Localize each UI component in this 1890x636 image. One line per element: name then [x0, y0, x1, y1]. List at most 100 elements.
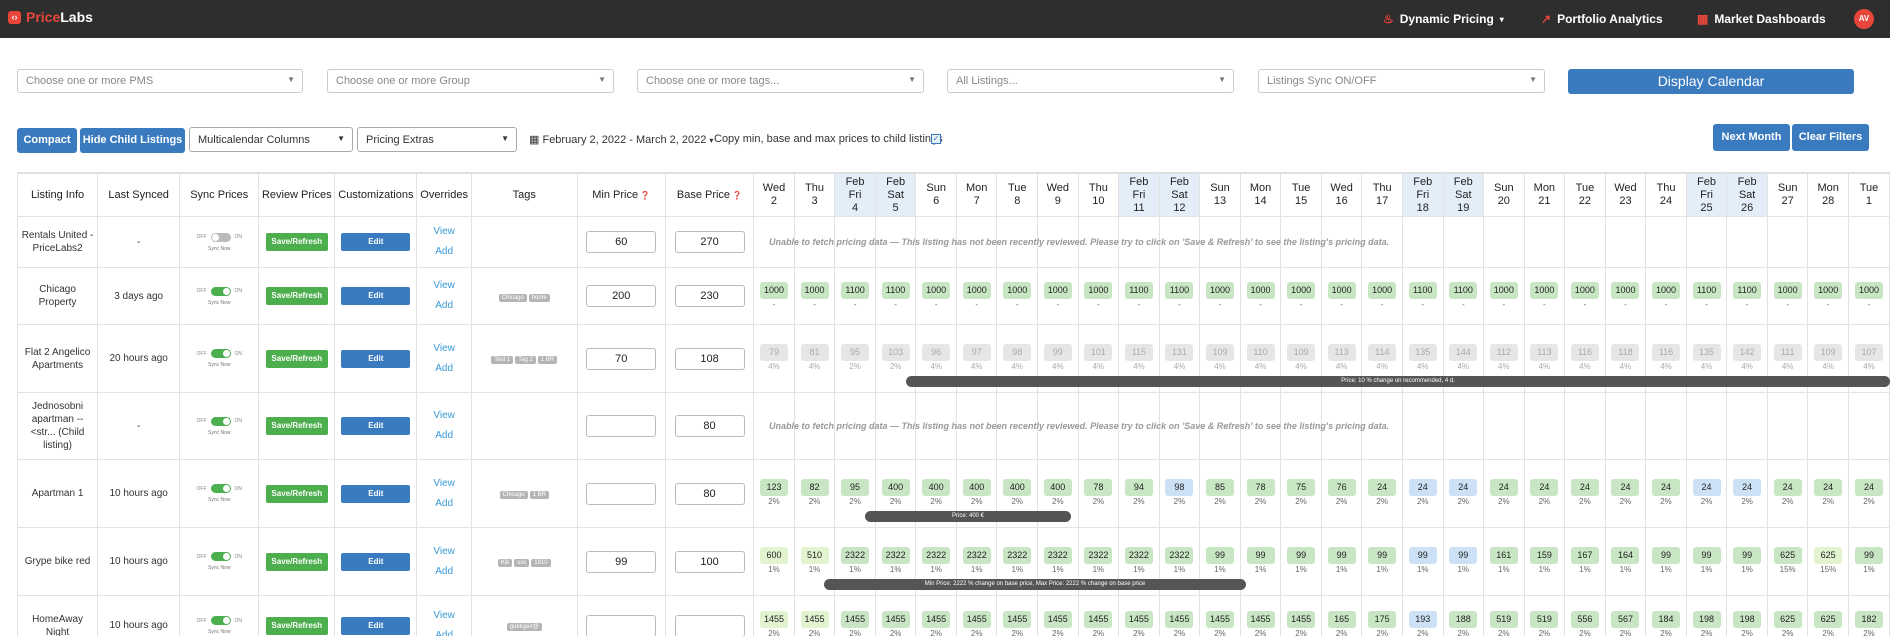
sync-toggle[interactable]: [210, 232, 231, 242]
price-day-cell[interactable]: 1455 2%: [834, 595, 876, 636]
price-day-cell[interactable]: [1483, 392, 1525, 460]
price-day-cell[interactable]: 1455 2%: [996, 595, 1039, 636]
min-price-input[interactable]: [586, 482, 657, 505]
price-day-cell[interactable]: [1807, 392, 1849, 460]
price-day-cell[interactable]: 1100-: [1685, 267, 1728, 325]
price-day-cell[interactable]: 99 1%: [1239, 527, 1282, 596]
column-header-tags[interactable]: Tags: [470, 173, 578, 217]
price-day-cell[interactable]: 625 15%: [1766, 527, 1809, 596]
edit-button[interactable]: Edit: [341, 616, 411, 635]
column-header-base-price[interactable]: Base Price ❓: [664, 173, 755, 217]
price-day-cell[interactable]: 1100-: [874, 267, 917, 325]
price-day-cell[interactable]: 182 2%: [1847, 595, 1890, 636]
tag-badge[interactable]: 1 BR: [537, 356, 558, 364]
price-day-cell[interactable]: 625 2%: [1766, 595, 1809, 636]
sync-now-link[interactable]: Sync Now: [181, 300, 258, 306]
column-header-last-synced[interactable]: Last Synced: [97, 173, 181, 217]
min-price-input[interactable]: 60: [586, 231, 657, 253]
pricelabs-logo[interactable]: ‹› PriceLabs: [8, 9, 93, 25]
base-price-input[interactable]: 100: [674, 550, 745, 573]
price-day-cell[interactable]: 99 1%: [1685, 527, 1728, 596]
price-day-cell[interactable]: 82 2%: [793, 459, 836, 528]
tag-badge[interactable]: Test 1: [491, 356, 514, 364]
price-day-cell[interactable]: [1401, 392, 1444, 460]
base-price-input[interactable]: 270: [674, 231, 745, 253]
edit-button[interactable]: Edit: [341, 287, 411, 305]
listing-name[interactable]: HomeAway Night: [19, 613, 97, 636]
price-day-cell[interactable]: 167 1%: [1564, 527, 1606, 596]
edit-button[interactable]: Edit: [341, 233, 411, 251]
sync-toggle[interactable]: [210, 286, 231, 296]
price-day-cell[interactable]: 75 2%: [1280, 459, 1322, 528]
tag-badge[interactable]: 1810: [531, 559, 551, 567]
price-day-cell[interactable]: 99 1%: [1280, 527, 1322, 596]
price-day-cell[interactable]: [1847, 392, 1890, 460]
price-day-cell[interactable]: 99 1%: [1645, 527, 1687, 596]
price-day-cell[interactable]: 94 2%: [1118, 459, 1160, 528]
save-refresh-button[interactable]: Save/Refresh: [265, 484, 328, 503]
price-day-cell[interactable]: 1000-: [955, 267, 998, 325]
price-day-cell[interactable]: [1604, 392, 1647, 460]
view-override-link[interactable]: View: [418, 222, 470, 242]
column-header-review-prices[interactable]: Review Prices: [258, 173, 336, 217]
price-day-cell[interactable]: 1455 2%: [915, 595, 957, 636]
min-price-input[interactable]: 99: [586, 550, 657, 573]
price-day-cell[interactable]: [1483, 216, 1525, 268]
listing-name[interactable]: Apartman 1: [19, 487, 97, 500]
nav-market-dashboards[interactable]: ▦ Market Dashboards: [1697, 12, 1826, 26]
listing-name[interactable]: Flat 2 Angelico Apartments: [19, 346, 97, 372]
user-avatar[interactable]: AV: [1854, 9, 1874, 29]
min-price-input[interactable]: [586, 415, 657, 437]
listing-name[interactable]: Grype bike red: [19, 555, 97, 568]
sync-now-link[interactable]: Sync Now: [181, 629, 258, 635]
pms-select[interactable]: Choose one or more PMS ▼: [17, 69, 303, 93]
group-select[interactable]: Choose one or more Group ▼: [327, 69, 614, 93]
price-day-cell[interactable]: [1766, 392, 1809, 460]
price-day-cell[interactable]: 1000-: [793, 267, 836, 325]
min-price-input[interactable]: [586, 614, 657, 636]
next-month-button[interactable]: Next Month: [1713, 124, 1790, 151]
price-day-cell[interactable]: 81 4%: [793, 324, 836, 393]
price-day-cell[interactable]: 519 2%: [1523, 595, 1566, 636]
price-day-cell[interactable]: 1000-: [753, 267, 795, 325]
price-day-cell[interactable]: 24 2%: [1523, 459, 1566, 528]
price-day-cell[interactable]: 1455 2%: [1199, 595, 1241, 636]
price-day-cell[interactable]: 99 1%: [1401, 527, 1444, 596]
price-day-cell[interactable]: 625 2%: [1807, 595, 1849, 636]
price-day-cell[interactable]: 85 2%: [1199, 459, 1241, 528]
column-header-customizations[interactable]: Customizations: [334, 173, 418, 217]
edit-button[interactable]: Edit: [341, 417, 411, 435]
price-day-cell[interactable]: [1564, 392, 1606, 460]
price-override-bar[interactable]: Price: 400 €: [865, 511, 1071, 522]
price-day-cell[interactable]: [1523, 392, 1566, 460]
view-override-link[interactable]: View: [418, 276, 470, 296]
add-override-link[interactable]: Add: [418, 296, 470, 316]
sync-toggle[interactable]: [210, 552, 231, 561]
base-price-input[interactable]: 80: [674, 415, 745, 437]
price-day-cell[interactable]: 1000-: [1077, 267, 1120, 325]
view-override-link[interactable]: View: [418, 606, 470, 626]
price-day-cell[interactable]: [1766, 216, 1809, 268]
price-day-cell[interactable]: [1726, 216, 1768, 268]
view-override-link[interactable]: View: [418, 474, 470, 494]
price-day-cell[interactable]: 78 2%: [1239, 459, 1282, 528]
add-override-link[interactable]: Add: [418, 359, 470, 379]
price-day-cell[interactable]: [1847, 216, 1890, 268]
price-day-cell[interactable]: 99 1%: [1847, 527, 1890, 596]
price-day-cell[interactable]: 1455 2%: [793, 595, 836, 636]
view-override-link[interactable]: View: [418, 406, 470, 426]
column-header-sync-prices[interactable]: Sync Prices: [179, 173, 260, 217]
column-header-overrides[interactable]: Overrides: [416, 173, 472, 217]
price-day-cell[interactable]: 99 1%: [1442, 527, 1485, 596]
price-day-cell[interactable]: 1455 2%: [955, 595, 998, 636]
base-price-input[interactable]: [674, 614, 745, 636]
price-day-cell[interactable]: 1100-: [834, 267, 876, 325]
min-price-input[interactable]: 70: [586, 347, 657, 370]
save-refresh-button[interactable]: Save/Refresh: [265, 417, 328, 435]
listing-name[interactable]: Rentals United - PriceLabs2: [19, 229, 97, 255]
tag-badge[interactable]: Chicago: [498, 293, 527, 302]
price-day-cell[interactable]: 1100-: [1401, 267, 1444, 325]
add-override-link[interactable]: Add: [418, 562, 470, 582]
base-price-input[interactable]: 80: [674, 482, 745, 505]
add-override-link[interactable]: Add: [418, 242, 470, 262]
